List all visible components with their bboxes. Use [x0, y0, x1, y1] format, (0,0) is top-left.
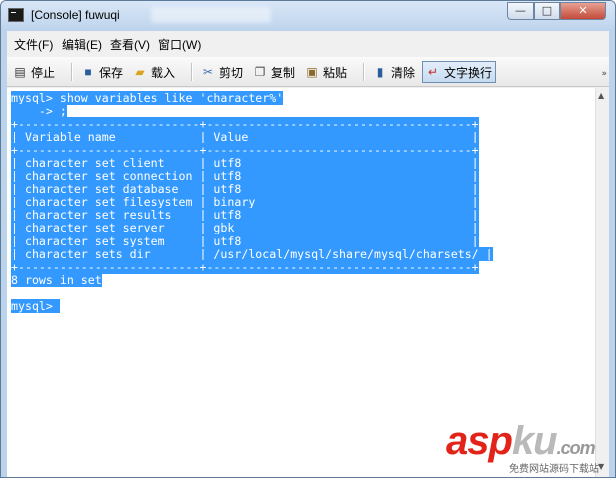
- clear-label: 清除: [391, 65, 416, 80]
- scroll-up-icon[interactable]: ▲: [598, 91, 604, 100]
- console-window: [Console] fuwuqi — □ ✕ 文件(F) 编辑(E) 查看(V)…: [0, 0, 616, 478]
- scissors-icon: ✂: [202, 65, 214, 79]
- blurred-title-area: [151, 7, 271, 23]
- minimize-button[interactable]: —: [507, 2, 534, 20]
- toolbar-overflow-chevron-icon[interactable]: »: [601, 69, 607, 79]
- watermark-caption: 免费网站源码下载站: [509, 464, 599, 475]
- menu-file[interactable]: 文件(F): [14, 36, 53, 53]
- window-client-area: 文件(F) 编辑(E) 查看(V) 窗口(W) ▤ 停止 ■ 保存 ▰ 载入 ✂…: [7, 31, 609, 477]
- toolbar: ▤ 停止 ■ 保存 ▰ 载入 ✂ 剪切 ❐ 复制 ▣ 粘贴 ▮ 清除 ↵ 文字换…: [7, 57, 609, 87]
- console-line: 8 rows in set: [11, 273, 102, 287]
- toolbar-separator: [363, 63, 365, 81]
- save-button[interactable]: ■ 保存: [81, 61, 123, 83]
- menu-window[interactable]: 窗口(W): [158, 36, 201, 53]
- toolbar-separator: [191, 63, 193, 81]
- copy-label: 复制: [271, 65, 296, 80]
- load-button[interactable]: ▰ 载入: [133, 61, 175, 83]
- paste-label: 粘贴: [323, 65, 348, 80]
- stop-button[interactable]: ▤ 停止: [13, 61, 55, 83]
- console-app-icon: [8, 8, 24, 22]
- copy-icon: ❐: [254, 65, 266, 79]
- wordwrap-icon: ↵: [427, 65, 439, 79]
- clear-button[interactable]: ▮ 清除: [373, 61, 415, 83]
- toolbar-separator: [71, 63, 73, 81]
- menu-view[interactable]: 查看(V): [110, 36, 150, 53]
- vertical-scrollbar[interactable]: ▲ ▼: [595, 88, 609, 477]
- window-title: [Console] fuwuqi: [31, 8, 120, 22]
- copy-button[interactable]: ❐ 复制: [253, 61, 295, 83]
- cut-label: 剪切: [219, 65, 244, 80]
- trash-icon: ▮: [376, 65, 384, 79]
- maximize-button[interactable]: □: [534, 2, 560, 20]
- load-label: 载入: [151, 65, 176, 80]
- save-label: 保存: [99, 65, 124, 80]
- word-wrap-label: 文字换行: [444, 65, 493, 80]
- cut-button[interactable]: ✂ 剪切: [201, 61, 243, 83]
- close-button[interactable]: ✕: [560, 2, 606, 20]
- paste-icon: ▣: [306, 65, 318, 79]
- save-icon: ■: [84, 65, 92, 79]
- stop-label: 停止: [31, 65, 56, 80]
- menu-bar: 文件(F) 编辑(E) 查看(V) 窗口(W): [7, 31, 609, 57]
- menu-edit[interactable]: 编辑(E): [62, 36, 102, 53]
- folder-icon: ▰: [135, 65, 145, 79]
- title-bar[interactable]: [Console] fuwuqi — □ ✕: [1, 1, 615, 31]
- console-line: mysql>: [11, 299, 60, 313]
- word-wrap-button[interactable]: ↵ 文字换行: [422, 61, 497, 83]
- stop-icon: ▤: [14, 65, 26, 79]
- paste-button[interactable]: ▣ 粘贴: [305, 61, 347, 83]
